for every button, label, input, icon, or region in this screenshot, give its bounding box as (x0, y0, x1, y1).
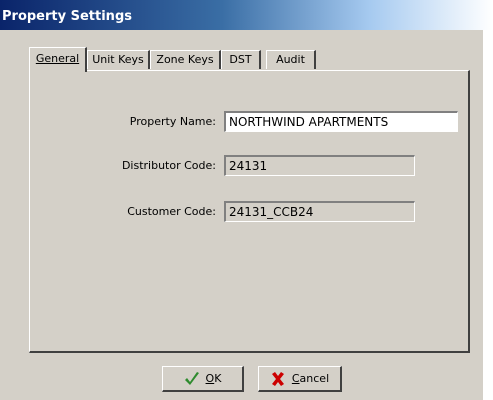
property-name-input[interactable]: NORTHWIND APARTMENTS (224, 111, 458, 132)
tab-zone-keys[interactable]: Zone Keys (150, 50, 221, 69)
tab-unit-keys[interactable]: Unit Keys (87, 50, 150, 69)
tab-audit-label: Audit (276, 53, 305, 66)
ok-button[interactable]: OK (162, 366, 244, 392)
checkmark-icon (184, 371, 200, 387)
cancel-button-label: Cancel (291, 372, 330, 385)
customer-code-label: Customer Code: (127, 205, 216, 218)
tab-dst[interactable]: DST (221, 50, 261, 69)
tab-audit[interactable]: Audit (266, 50, 316, 69)
cancel-button[interactable]: Cancel (258, 366, 342, 392)
customer-code-field: 24131_CCB24 (224, 201, 415, 222)
tab-unit-keys-label: Unit Keys (92, 53, 144, 66)
tab-dst-label: DST (229, 53, 252, 66)
distributor-code-label: Distributor Code: (121, 159, 216, 172)
tab-general-label: General (35, 52, 80, 65)
window-title: Property Settings (2, 9, 132, 24)
window-edge (483, 30, 493, 400)
x-icon (270, 371, 286, 387)
tab-general[interactable]: General (29, 47, 87, 72)
distributor-code-field: 24131 (224, 155, 415, 176)
property-settings-dialog: Property Settings General Unit Keys Zone… (0, 0, 493, 400)
ok-button-label: OK (205, 372, 222, 385)
property-name-label: Property Name: (129, 115, 216, 128)
title-bar[interactable]: Property Settings (0, 0, 493, 30)
general-tab-panel: Property Name: NORTHWIND APARTMENTS Dist… (29, 70, 470, 353)
tab-zone-keys-label: Zone Keys (156, 53, 214, 66)
